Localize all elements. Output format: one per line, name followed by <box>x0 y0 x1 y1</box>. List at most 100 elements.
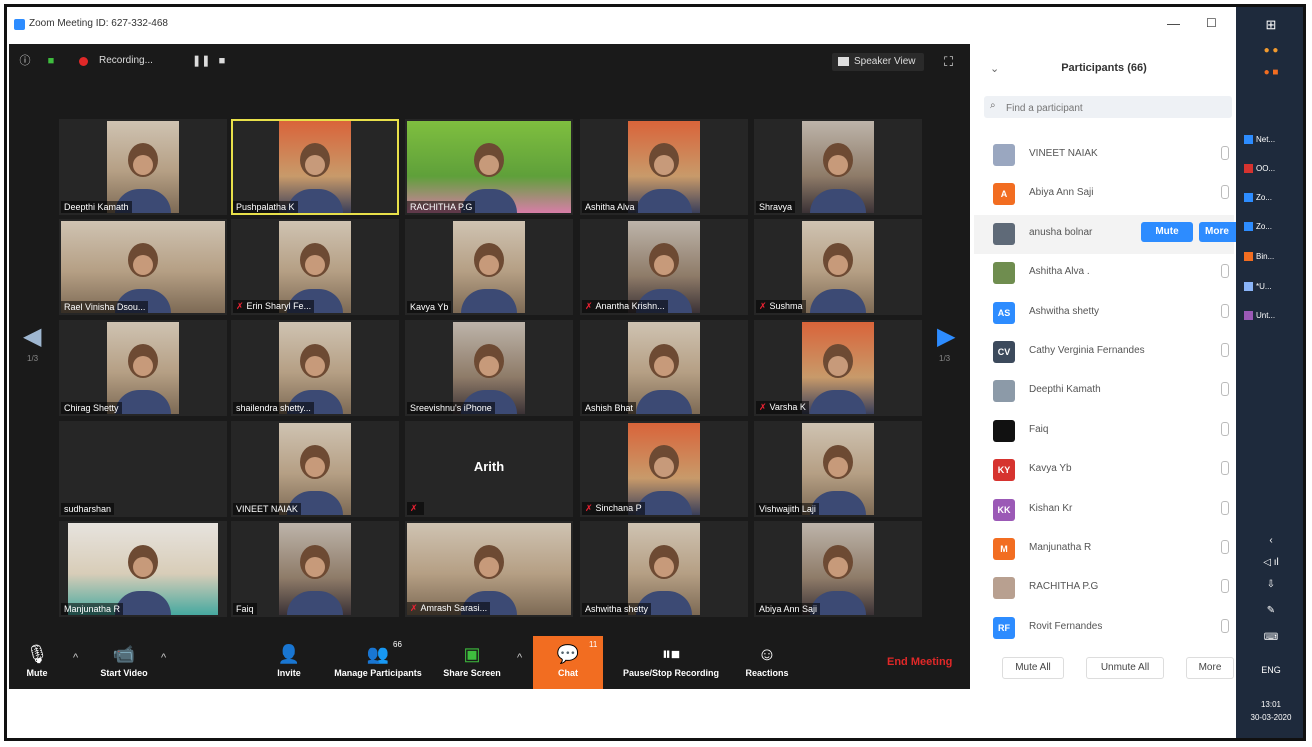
pause-stop-recording-button[interactable]: ⏸⏹ Pause/Stop Recording <box>613 636 729 689</box>
taskbar-app[interactable]: Zo... <box>1244 222 1272 232</box>
mute-button[interactable]: 🎙 Mute <box>15 636 59 689</box>
participant-row[interactable]: RACHITHA P.G <box>974 569 1234 608</box>
video-tile[interactable]: Chirag Shetty <box>59 320 227 416</box>
taskbar-app[interactable]: *U... <box>1244 282 1272 292</box>
minimize-button[interactable]: — <box>1167 16 1180 31</box>
participant-row[interactable]: CV Cathy Verginia Fernandes <box>974 333 1234 372</box>
taskbar-app[interactable]: Unt... <box>1244 311 1275 321</box>
video-tile[interactable]: Sreevishnu's iPhone <box>405 320 573 416</box>
video-tile[interactable]: Ashish Bhat <box>580 320 748 416</box>
video-tile[interactable]: Shravya <box>754 119 922 215</box>
participant-row[interactable]: A Abiya Ann Saji <box>974 175 1234 214</box>
microphone-icon[interactable] <box>1221 461 1229 476</box>
video-tile[interactable]: Abiya Ann Saji <box>754 521 922 617</box>
microphone-icon[interactable] <box>1221 382 1229 397</box>
end-meeting-button[interactable]: End Meeting <box>887 656 952 668</box>
participant-mute-button[interactable]: Mute <box>1141 221 1193 242</box>
microphone-icon[interactable] <box>1221 618 1229 633</box>
taskbar-app[interactable]: Zo... <box>1244 193 1272 203</box>
video-tile[interactable]: Deepthi Kamath <box>59 119 227 215</box>
microphone-icon[interactable] <box>1221 579 1229 594</box>
more-button[interactable]: More <box>1186 657 1234 679</box>
video-tile[interactable]: sudharshan <box>59 421 227 517</box>
reactions-button[interactable]: ☺ Reactions <box>739 636 795 689</box>
video-tile[interactable]: Arith ✗ <box>405 421 573 517</box>
fullscreen-icon[interactable]: ⛶ <box>944 54 953 70</box>
share-options-caret-icon[interactable]: ^ <box>517 652 522 664</box>
participant-name: Ashish Bhat <box>585 403 634 413</box>
pen-icon[interactable]: ✎ <box>1236 605 1303 616</box>
video-tile[interactable]: VINEET NAIAK <box>231 421 399 517</box>
browser-icon[interactable]: ● ■ <box>1236 67 1303 78</box>
manage-participants-button[interactable]: 👥 66 Manage Participants <box>325 636 431 689</box>
microphone-icon[interactable] <box>1221 342 1229 357</box>
video-tile[interactable]: Pushpalatha K <box>231 119 399 215</box>
volume-icon[interactable]: ◁ ıl <box>1236 557 1303 568</box>
video-tile[interactable]: Vishwajith Laji <box>754 421 922 517</box>
microphone-icon[interactable] <box>1221 539 1229 554</box>
microphone-icon[interactable] <box>1221 185 1229 200</box>
video-tile[interactable]: ✗ Erin Sharyl Fe... <box>231 219 399 315</box>
audio-options-caret-icon[interactable]: ^ <box>73 652 78 664</box>
info-icon[interactable]: ⓘ <box>19 55 31 67</box>
clock-date[interactable]: 30-03-2020 <box>1236 713 1303 722</box>
pause-recording-icon[interactable]: ❚❚ <box>192 55 210 67</box>
mute-all-button[interactable]: Mute All <box>1002 657 1064 679</box>
participant-search[interactable]: ⌕ <box>984 96 1232 118</box>
maximize-button[interactable]: ☐ <box>1206 16 1217 30</box>
speaker-view-button[interactable]: Speaker View <box>832 53 924 71</box>
chat-button[interactable]: 💬 11 Chat <box>533 636 603 689</box>
windows-start-icon[interactable]: ⊞ <box>1236 17 1303 33</box>
taskbar-app[interactable]: Net... <box>1244 135 1275 145</box>
tray-expand-icon[interactable]: ‹ <box>1236 535 1303 546</box>
microphone-icon[interactable] <box>1221 421 1229 436</box>
video-tile[interactable]: ✗ Sinchana P <box>580 421 748 517</box>
video-tile[interactable]: ✗ Amrash Sarasi... <box>405 521 573 617</box>
microphone-icon[interactable] <box>1221 303 1229 318</box>
participant-row[interactable]: Faiq <box>974 412 1234 451</box>
video-tile[interactable]: Faiq <box>231 521 399 617</box>
microphone-icon[interactable] <box>1221 500 1229 515</box>
participant-row[interactable]: AS Ashwitha shetty <box>974 294 1234 333</box>
participant-row[interactable]: M Manjunatha R <box>974 530 1234 569</box>
share-screen-button[interactable]: ▣ Share Screen <box>441 636 503 689</box>
video-tile[interactable]: RACHITHA P.G <box>405 119 573 215</box>
video-tile[interactable]: ✗ Anantha Krishn... <box>580 219 748 315</box>
video-options-caret-icon[interactable]: ^ <box>161 652 166 664</box>
video-tile[interactable]: Rael Vinisha Dsou... <box>59 219 227 315</box>
participant-row[interactable]: Ashitha Alva . <box>974 254 1234 293</box>
network-icon[interactable]: ⇩ <box>1236 579 1303 590</box>
participant-body <box>636 390 692 414</box>
video-tile[interactable]: Manjunatha R <box>59 521 227 617</box>
search-input[interactable] <box>1004 98 1218 118</box>
taskbar-app[interactable]: Bin... <box>1244 252 1274 262</box>
microphone-icon[interactable] <box>1221 146 1229 160</box>
participant-row[interactable]: KY Kavya Yb <box>974 451 1234 490</box>
stop-recording-icon[interactable]: ■ <box>216 55 228 67</box>
participant-row[interactable]: RF Rovit Fernandes <box>974 609 1234 648</box>
reaction-icon: ☺ <box>757 644 777 664</box>
invite-button[interactable]: 👤 Invite <box>267 636 311 689</box>
unmute-all-button[interactable]: Unmute All <box>1086 657 1164 679</box>
video-tile[interactable]: ✗ Varsha K <box>754 320 922 416</box>
video-tile[interactable]: Ashwitha shetty <box>580 521 748 617</box>
next-page-icon[interactable]: ▶ <box>937 322 955 351</box>
avatar: CV <box>993 340 1015 363</box>
participant-row[interactable]: anusha bolnar Mute More <box>974 214 1245 255</box>
language-indicator[interactable]: ENG <box>1236 665 1303 675</box>
microphone-icon[interactable] <box>1221 264 1229 279</box>
video-tile[interactable]: Ashitha Alva <box>580 119 748 215</box>
pinned-apps-icon[interactable]: ● ● <box>1236 45 1303 56</box>
lock-icon[interactable]: ■ <box>45 55 57 67</box>
video-tile[interactable]: shailendra shetty... <box>231 320 399 416</box>
participant-row[interactable]: VINEET NAIAK <box>974 136 1234 175</box>
clock-time[interactable]: 13:01 <box>1236 700 1303 709</box>
video-tile[interactable]: Kavya Yb <box>405 219 573 315</box>
participant-row[interactable]: KK Kishan Kr <box>974 491 1234 530</box>
start-video-button[interactable]: 📹 Start Video <box>91 636 157 689</box>
participant-row[interactable]: Deepthi Kamath <box>974 372 1234 411</box>
video-tile[interactable]: ✗ Sushma <box>754 219 922 315</box>
keyboard-icon[interactable]: ⌨ <box>1236 632 1303 643</box>
taskbar-app[interactable]: OO... <box>1244 164 1275 174</box>
prev-page-icon[interactable]: ◀ <box>23 322 41 351</box>
